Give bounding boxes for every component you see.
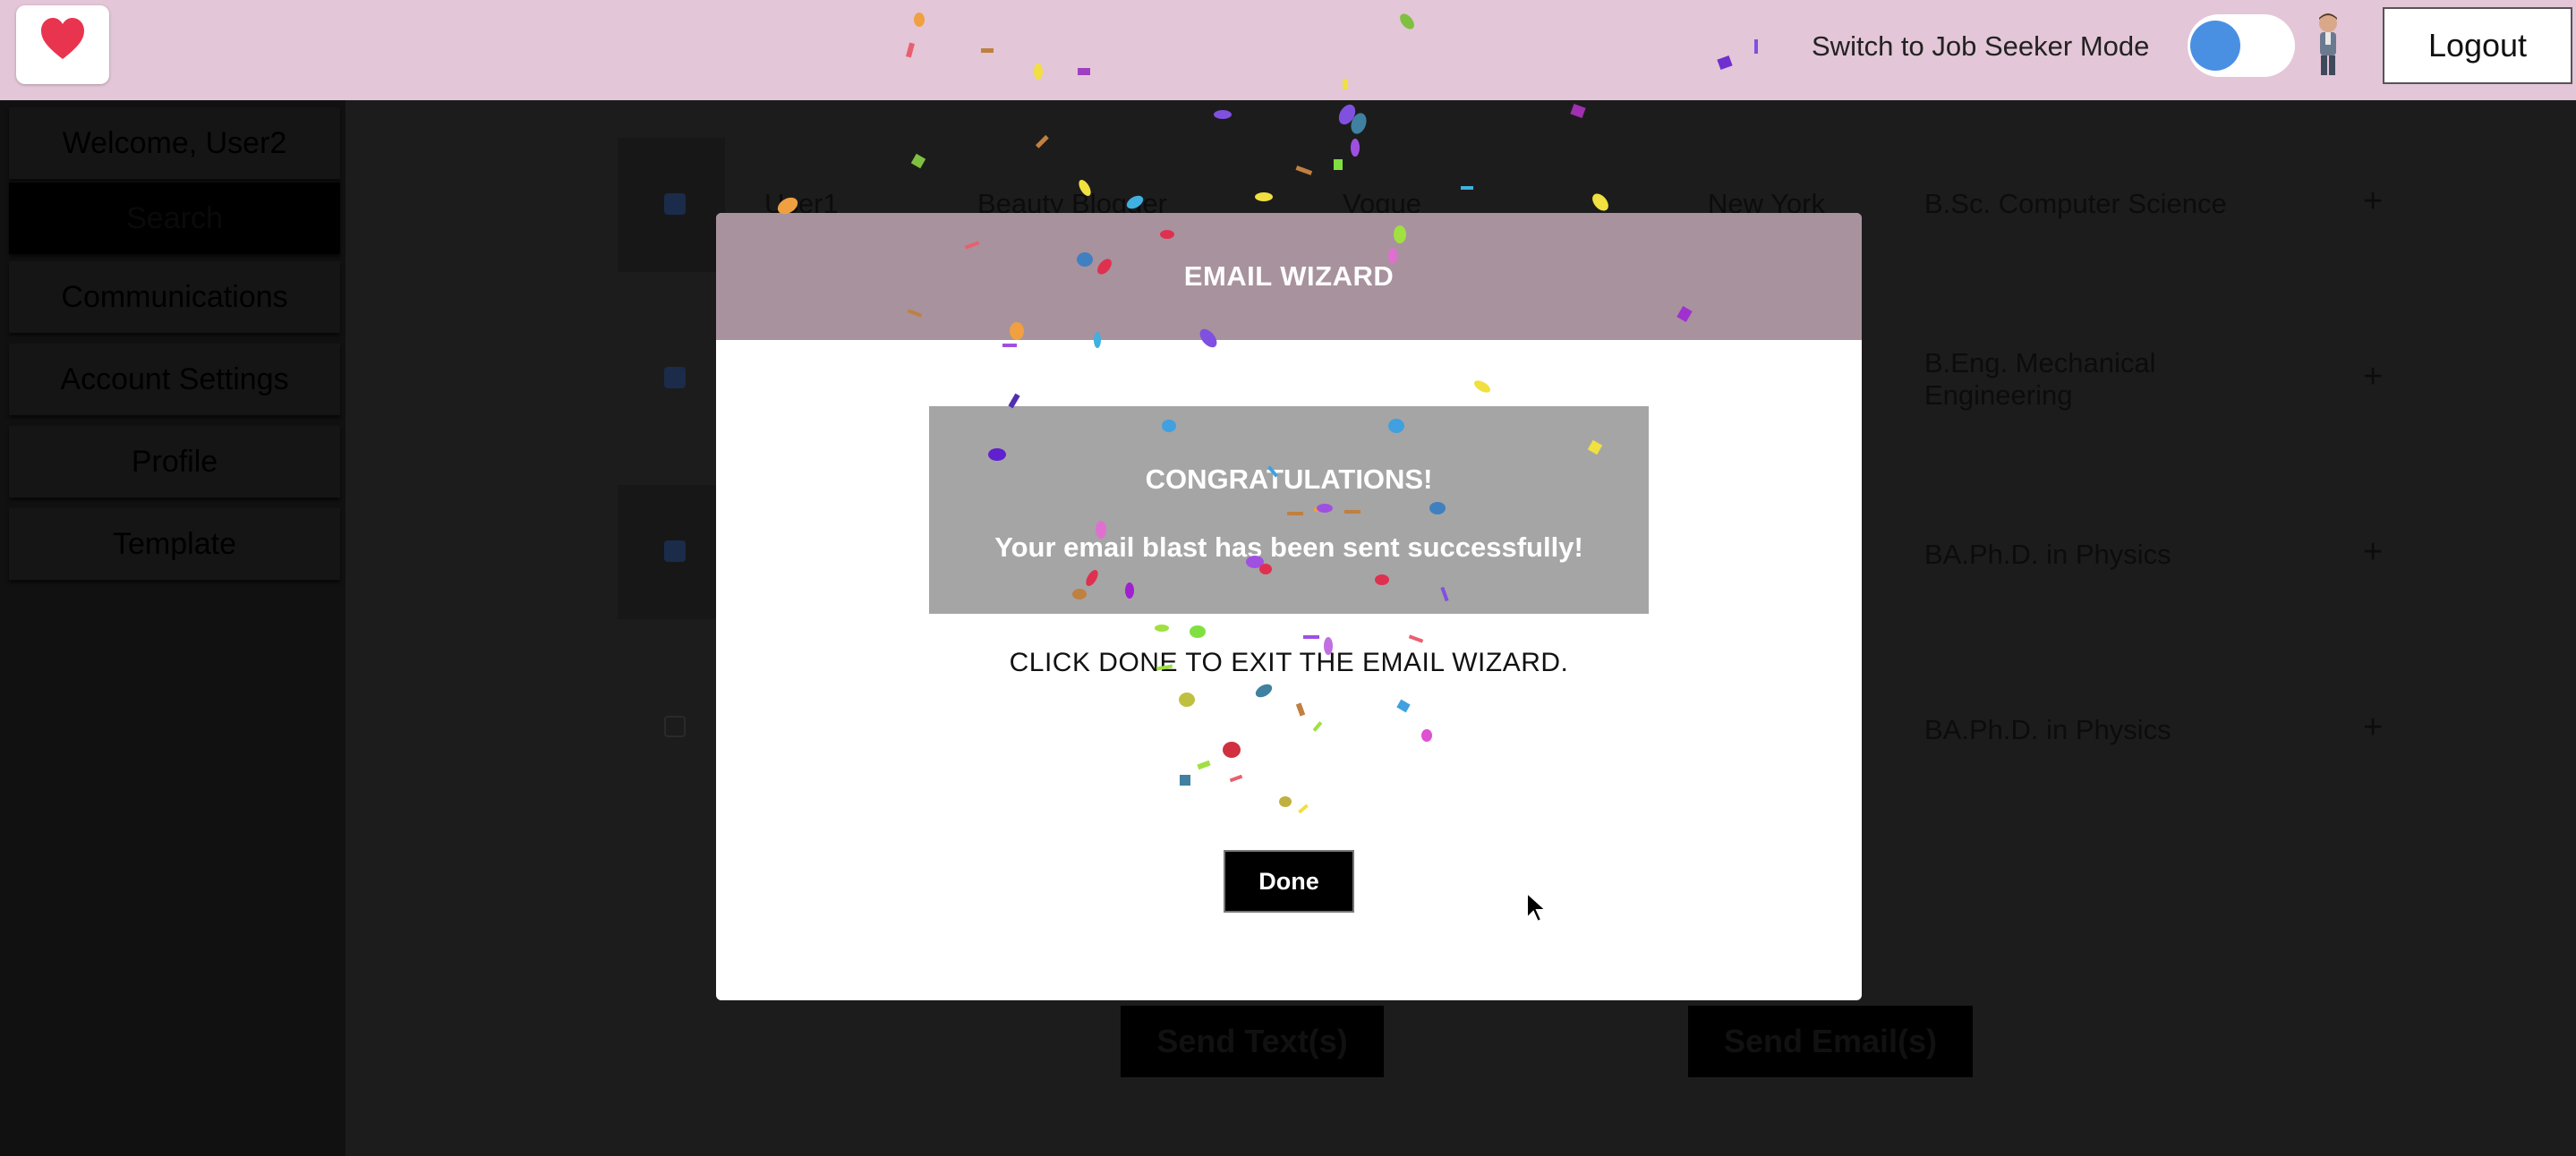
top-bar: Switch to Job Seeker Mode Logout (0, 0, 2576, 100)
congrats-heading: CONGRATULATIONS! (1145, 463, 1433, 495)
mode-switch-label: Switch to Job Seeker Mode (1812, 30, 2150, 62)
mouse-cursor-icon (1526, 891, 1548, 923)
modal-title: EMAIL WIZARD (716, 213, 1862, 340)
exit-instruction: CLICK DONE TO EXIT THE EMAIL WIZARD. (1009, 648, 1569, 677)
done-button[interactable]: Done (1224, 850, 1354, 913)
heart-icon (41, 18, 84, 59)
toggle-knob (2190, 21, 2240, 71)
logout-button[interactable]: Logout (2383, 7, 2572, 84)
success-banner: CONGRATULATIONS! Your email blast has be… (929, 406, 1649, 614)
congrats-message: Your email blast has been sent successfu… (994, 531, 1583, 563)
app-logo[interactable] (16, 5, 109, 84)
email-wizard-modal: EMAIL WIZARD CONGRATULATIONS! Your email… (716, 213, 1862, 1000)
user-avatar[interactable] (2309, 11, 2347, 79)
job-seeker-mode-toggle[interactable] (2188, 14, 2295, 77)
